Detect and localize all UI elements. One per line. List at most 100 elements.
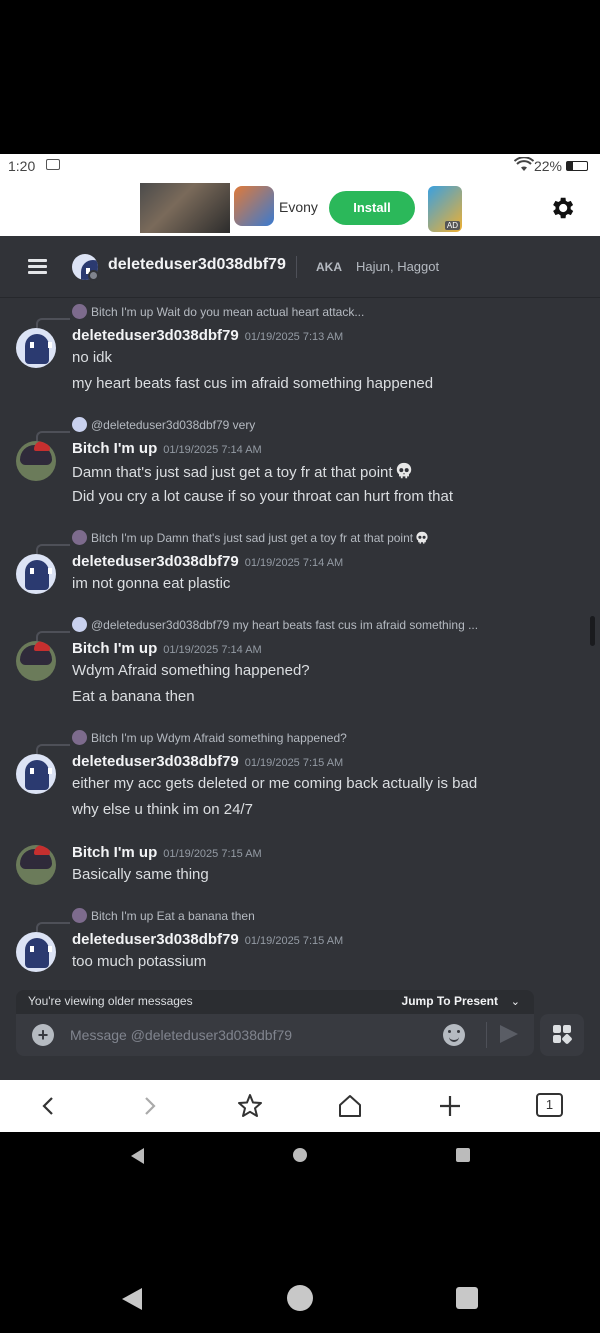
message-timestamp: 01/19/2025 7:15 AM [163, 848, 262, 860]
avatar[interactable] [16, 328, 56, 368]
reply-spine [36, 318, 70, 328]
system-recents-icon[interactable] [455, 1147, 471, 1163]
reply-text: Wait do you mean actual heart attack... [156, 305, 365, 319]
status-indicator-icon [88, 270, 99, 281]
system-recents-icon[interactable] [455, 1286, 479, 1310]
reply-author: Bitch I'm up [91, 909, 154, 923]
ad-install-button[interactable]: Install [329, 191, 415, 225]
ad-second-app-icon[interactable]: AD [428, 186, 462, 232]
reply-preview[interactable]: Bitch I'm up Damn that's just sad just g… [72, 530, 429, 548]
avatar[interactable] [16, 641, 56, 681]
star-icon[interactable] [236, 1092, 264, 1120]
chevron-down-icon[interactable]: ⌄ [511, 995, 520, 1008]
ad-app-name[interactable]: Evony [279, 199, 318, 215]
reply-avatar [72, 730, 87, 745]
apps-icon[interactable] [540, 1014, 584, 1056]
system-nav-bar-large [0, 1270, 600, 1330]
composer-divider [486, 1022, 487, 1048]
ad-banner[interactable]: Evony Install AD [0, 180, 600, 236]
reply-avatar [72, 417, 87, 432]
message-composer: + [16, 1014, 534, 1056]
message-author[interactable]: Bitch I'm up 01/19/2025 7:15 AM [72, 844, 262, 861]
reply-avatar [72, 530, 87, 545]
browser-nav-bar: 1 [0, 1080, 600, 1132]
avatar[interactable] [16, 932, 56, 972]
hamburger-icon[interactable] [28, 259, 47, 274]
header-username[interactable]: deleteduser3d038dbf79 [108, 256, 286, 274]
avatar[interactable] [16, 845, 56, 885]
message-author[interactable]: deleteduser3d038dbf79 01/19/2025 7:15 AM [72, 753, 343, 770]
reply-avatar [72, 304, 87, 319]
reply-text: Eat a banana then [156, 909, 255, 923]
system-home-icon[interactable] [292, 1147, 308, 1163]
tab-count-button[interactable]: 1 [536, 1093, 563, 1117]
reply-text: Wdym Afraid something happened? [156, 731, 347, 745]
message-text: Basically same thing [72, 866, 209, 883]
message-author[interactable]: deleteduser3d038dbf79 01/19/2025 7:14 AM [72, 553, 343, 570]
message-input[interactable] [70, 1014, 430, 1056]
message-text: Damn that's just sad just get a toy fr a… [72, 462, 413, 481]
message-author[interactable]: deleteduser3d038dbf79 01/19/2025 7:13 AM [72, 327, 343, 344]
message-list[interactable]: Bitch I'm up Wait do you mean actual hea… [0, 298, 600, 1080]
battery-percent: 22% [533, 158, 562, 174]
message-text: im not gonna eat plastic [72, 575, 231, 592]
reply-spine [36, 544, 70, 554]
avatar[interactable] [16, 554, 56, 594]
skull-icon [416, 531, 428, 544]
system-nav-bar [0, 1132, 600, 1180]
message-text: Eat a banana then [72, 688, 195, 705]
system-back-icon[interactable] [118, 1285, 146, 1313]
emoji-icon[interactable] [443, 1024, 465, 1046]
forward-icon[interactable] [135, 1092, 163, 1120]
aka-names: Hajun, Haggot [356, 259, 440, 274]
header-divider [296, 256, 297, 278]
wifi-icon [514, 157, 534, 171]
message-timestamp: 01/19/2025 7:13 AM [244, 331, 344, 343]
phone-screen: 1:20 22% Evony Install AD deleteduser3d0… [0, 0, 600, 1333]
reply-spine [36, 631, 70, 641]
reply-spine [36, 922, 70, 932]
message-text: Wdym Afraid something happened? [72, 662, 310, 679]
reply-preview[interactable]: @deleteduser3d038dbf79 very [72, 417, 255, 435]
reply-avatar [72, 617, 87, 632]
avatar[interactable] [16, 441, 56, 481]
system-back-icon[interactable] [128, 1146, 146, 1166]
message-timestamp: 01/19/2025 7:14 AM [163, 444, 262, 456]
ad-image[interactable] [140, 183, 230, 233]
ad-app-icon[interactable] [234, 186, 274, 226]
plus-icon[interactable]: + [32, 1024, 54, 1046]
reply-preview[interactable]: Bitch I'm up Eat a banana then [72, 908, 255, 926]
gear-icon[interactable] [548, 194, 576, 222]
reply-author: @deleteduser3d038dbf79 [91, 618, 230, 632]
message-text: Did you cry a lot cause if so your throa… [72, 488, 454, 505]
message-timestamp: 01/19/2025 7:14 AM [163, 644, 262, 656]
reply-author: Bitch I'm up [91, 531, 154, 545]
back-icon[interactable] [35, 1092, 63, 1120]
ad-tag: AD [444, 221, 460, 230]
reply-preview[interactable]: Bitch I'm up Wait do you mean actual hea… [72, 304, 364, 322]
message-timestamp: 01/19/2025 7:15 AM [244, 757, 344, 769]
system-home-icon[interactable] [286, 1284, 314, 1312]
reply-author: Bitch I'm up [91, 731, 154, 745]
skull-icon [396, 462, 411, 479]
message-timestamp: 01/19/2025 7:15 AM [244, 935, 344, 947]
older-messages-banner[interactable]: You're viewing older messages Jump To Pr… [16, 990, 534, 1014]
reply-avatar [72, 908, 87, 923]
reply-spine [36, 431, 70, 441]
scrollbar-thumb[interactable] [590, 616, 595, 646]
older-messages-label: You're viewing older messages [28, 994, 193, 1008]
message-author[interactable]: deleteduser3d038dbf79 01/19/2025 7:15 AM [72, 931, 343, 948]
home-icon[interactable] [336, 1092, 364, 1120]
message-timestamp: 01/19/2025 7:14 AM [244, 557, 344, 569]
send-icon[interactable] [500, 1025, 518, 1043]
message-text: either my acc gets deleted or me coming … [72, 775, 478, 792]
reply-preview[interactable]: Bitch I'm up Wdym Afraid something happe… [72, 730, 347, 748]
tab-count: 1 [545, 1097, 554, 1112]
message-author[interactable]: Bitch I'm up 01/19/2025 7:14 AM [72, 440, 262, 457]
jump-to-present-button[interactable]: Jump To Present [402, 994, 498, 1008]
avatar[interactable] [16, 754, 56, 794]
message-text: why else u think im on 24/7 [72, 801, 253, 818]
reply-preview[interactable]: @deleteduser3d038dbf79 my heart beats fa… [72, 617, 478, 635]
new-tab-icon[interactable] [436, 1092, 464, 1120]
message-author[interactable]: Bitch I'm up 01/19/2025 7:14 AM [72, 640, 262, 657]
